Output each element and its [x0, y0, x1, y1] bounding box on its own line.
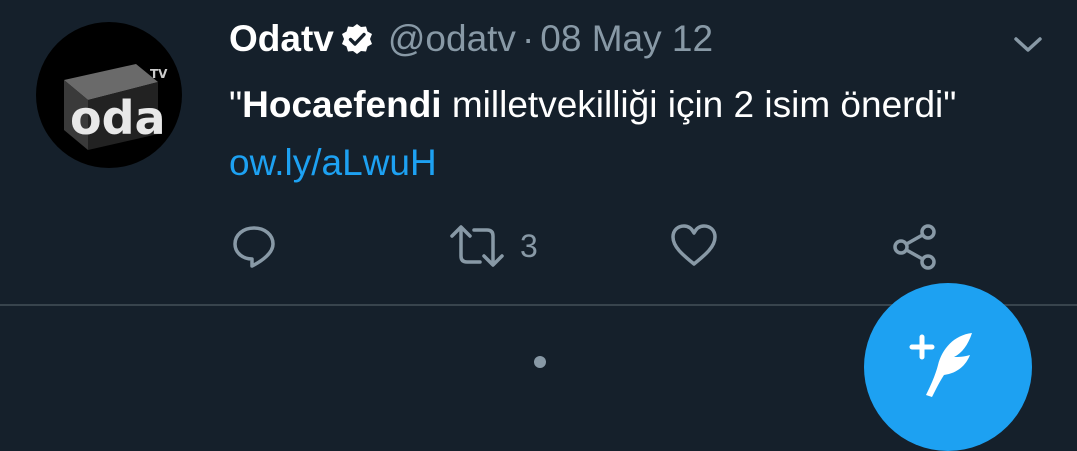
separator-dot: ·: [521, 18, 535, 59]
retweet-button[interactable]: 3: [448, 222, 538, 270]
tweet-text-bold: Hocaefendi: [242, 84, 442, 125]
heart-icon: [671, 224, 717, 266]
tweet-header: Odatv @odatv · 08 May 12: [229, 18, 713, 62]
share-button[interactable]: [890, 222, 940, 272]
author-handle[interactable]: @odatv: [388, 18, 516, 59]
compose-tweet-icon: [909, 333, 972, 397]
chevron-down-icon[interactable]: [1010, 30, 1046, 58]
tweet-text: "Hocaefendi milletvekilliği için 2 isim …: [229, 76, 989, 192]
tweet-actions: 3: [0, 222, 1077, 272]
author-name[interactable]: Odatv: [229, 18, 334, 59]
tweet-text-rest: milletvekilliği için 2 isim önerdi": [441, 84, 957, 125]
tweet-link[interactable]: ow.ly/aLwuH: [229, 142, 437, 183]
avatar-logo-sup: TV: [150, 67, 168, 81]
tweet-date[interactable]: 08 May 12: [540, 18, 713, 59]
compose-tweet-button[interactable]: [864, 283, 1032, 451]
like-button[interactable]: [669, 222, 719, 270]
reply-button[interactable]: [230, 222, 278, 270]
retweet-icon: [450, 225, 504, 267]
tweet-text-quote: ": [229, 84, 243, 125]
retweet-count: 3: [520, 227, 538, 264]
verified-badge-icon: [341, 24, 372, 54]
avatar[interactable]: oda TV: [36, 22, 182, 168]
page-indicator-dot: [534, 356, 546, 368]
share-icon: [893, 224, 936, 270]
reply-icon: [233, 226, 275, 268]
tweet[interactable]: oda TV Odatv @odatv · 08 May 12 "Hocaefend…: [0, 0, 1077, 304]
avatar-logo-text: oda: [70, 91, 166, 145]
odatv-logo-icon: oda TV: [64, 64, 168, 150]
